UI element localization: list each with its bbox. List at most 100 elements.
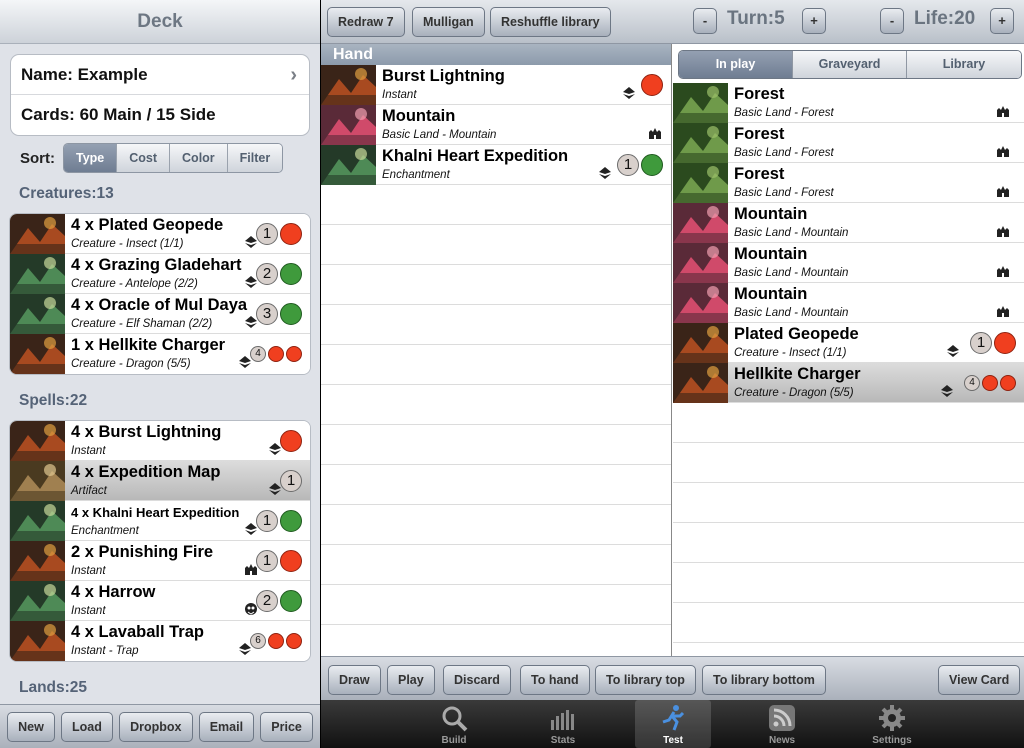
life-plus-button[interactable]: + [990,8,1014,34]
card-row[interactable]: 2 x Punishing Fire Instant 1 [10,541,310,581]
load-button[interactable]: Load [61,711,113,742]
sort-option-color[interactable]: Color [170,144,228,172]
red-mana-symbol [1000,375,1016,391]
tab-in-play[interactable]: In play [679,51,793,78]
tab-news[interactable]: News [744,700,820,748]
mana-cost: 2 [256,263,304,285]
card-row[interactable]: 4 x Plated Geopede Creature - Insect (1/1… [10,214,310,254]
mana-cost: 1 [970,332,1018,354]
deck-count-label: Cards: 60 Main / 15 Side [21,105,216,124]
card-art-thumbnail [10,501,65,541]
card-row[interactable]: Mountain Basic Land - Mountain [673,243,1024,283]
empty-row [321,385,671,425]
to-library-bottom-button[interactable]: To library bottom [702,665,826,695]
card-name: 4 x Oracle of Mul Daya [71,296,248,314]
play-button[interactable]: Play [387,665,435,695]
mana-cost: 1 [256,550,304,572]
mulligan-button[interactable]: Mulligan [412,7,485,37]
zendikar-set-icon [947,345,959,357]
zone-tabs: In play Graveyard Library [678,50,1022,79]
card-row[interactable]: 4 x Lavaball Trap Instant - Trap 6 [10,621,310,661]
tab-label: Build [441,735,467,746]
green-mana-symbol [280,590,302,612]
discard-button[interactable]: Discard [443,665,511,695]
draw-button[interactable]: Draw [328,665,381,695]
deck-title: Deck [0,0,320,44]
tab-graveyard[interactable]: Graveyard [793,51,907,78]
castle-set-icon [997,266,1009,277]
life-minus-button[interactable]: - [880,8,904,34]
card-row[interactable]: 4 x Burst Lightning Instant [10,421,310,461]
card-row[interactable]: Plated Geopede Creature - Insect (1/1) 1 [673,323,1024,363]
card-type: Creature - Insect (1/1) [71,238,184,250]
card-row[interactable]: Mountain Basic Land - Mountain [673,283,1024,323]
card-row[interactable]: 4 x Harrow Instant 2 [10,581,310,621]
turn-plus-button[interactable]: + [802,8,826,34]
card-name: 4 x Plated Geopede [71,216,224,234]
card-art-thumbnail [673,243,728,283]
to-library-top-button[interactable]: To library top [595,665,696,695]
card-row[interactable]: Mountain Basic Land - Mountain [673,203,1024,243]
zendikar-set-icon [941,385,953,397]
card-type: Creature - Dragon (5/5) [71,358,191,370]
card-type: Instant - Trap [71,645,139,657]
tab-stats[interactable]: Stats [525,700,601,748]
hand-list: Burst Lightning Instant Mountain Basic Lan… [321,65,671,625]
tab-build[interactable]: Build [416,700,492,748]
redraw-button[interactable]: Redraw 7 [327,7,405,37]
sort-option-cost[interactable]: Cost [117,144,171,172]
card-type: Basic Land - Mountain [734,227,849,239]
card-type: Creature - Elf Shaman (2/2) [71,318,213,330]
in-play-list: Forest Basic Land - Forest Forest Basic La… [673,83,1024,643]
card-row[interactable]: Mountain Basic Land - Mountain [321,105,671,145]
zone-column: In play Graveyard Library Forest Basic Land… [673,44,1024,656]
castle-set-icon [997,306,1009,317]
card-row[interactable]: 4 x Expedition Map Artifact 1 [10,461,310,501]
mana-cost: 1 [617,154,665,176]
card-name: 4 x Khalni Heart Expedition [71,505,240,520]
card-row[interactable]: Burst Lightning Instant [321,65,671,105]
card-row[interactable]: 4 x Oracle of Mul Daya Creature - Elf Sha… [10,294,310,334]
empty-row [321,465,671,505]
view-card-button[interactable]: View Card [938,665,1021,695]
card-row[interactable]: Forest Basic Land - Forest [673,163,1024,203]
price-button[interactable]: Price [260,711,313,742]
turn-minus-button[interactable]: - [693,8,717,34]
section-header: Lands:25 [19,679,88,696]
sort-option-type[interactable]: Type [64,144,118,172]
to-hand-button[interactable]: To hand [520,665,590,695]
mana-cost: 3 [256,303,304,325]
green-mana-symbol [280,510,302,532]
card-row[interactable]: 1 x Hellkite Charger Creature - Dragon (5… [10,334,310,374]
mana-cost: 1 [256,510,304,532]
empty-row [673,483,1024,523]
card-row[interactable]: Khalni Heart Expedition Enchantment 1 [321,145,671,185]
tab-settings[interactable]: Settings [854,700,930,748]
castle-set-icon [997,226,1009,237]
email-button[interactable]: Email [198,711,255,742]
card-row[interactable]: 4 x Khalni Heart Expedition Enchantment 1 [10,501,310,541]
generic-mana-symbol: 4 [964,375,980,391]
card-art-thumbnail [10,421,65,461]
rss-icon [769,705,795,731]
card-type: Enchantment [382,169,450,181]
tab-test[interactable]: Test [635,700,711,748]
card-row[interactable]: Forest Basic Land - Forest [673,123,1024,163]
card-row[interactable]: 4 x Grazing Gladehart Creature - Antelope… [10,254,310,294]
green-mana-symbol [280,303,302,325]
empty-row [321,505,671,545]
card-row[interactable]: Hellkite Charger Creature - Dragon (5/5) 4 [673,363,1024,403]
tab-label: News [768,735,796,746]
card-name: Burst Lightning [382,67,505,85]
dropbox-button[interactable]: Dropbox [119,711,193,742]
tab-library[interactable]: Library [907,51,1021,78]
reshuffle-library-button[interactable]: Reshuffle library [490,7,611,37]
card-type: Enchantment [71,525,139,537]
sort-option-filter[interactable]: Filter [227,144,283,172]
new-button[interactable]: New [7,711,55,742]
deck-name-row[interactable]: Name: Example › [11,55,309,95]
generic-mana-symbol: 1 [256,510,278,532]
card-row[interactable]: Forest Basic Land - Forest [673,83,1024,123]
card-art-thumbnail [673,203,728,243]
card-art-thumbnail [10,254,65,294]
